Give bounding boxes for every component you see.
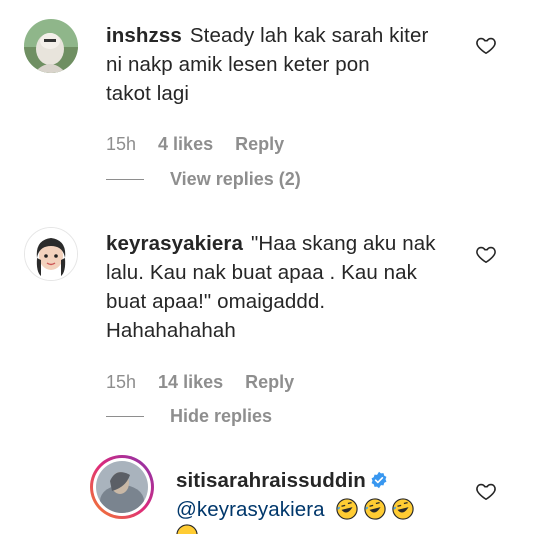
heart-icon[interactable] (475, 480, 497, 502)
comment-meta: 15h 4 likes Reply (106, 134, 306, 155)
comment-username[interactable]: keyrasyakiera (106, 232, 243, 255)
rolling-on-floor-laughing-emoji (176, 524, 198, 534)
avatar-image (96, 461, 148, 513)
avatar[interactable] (24, 227, 78, 281)
comment-username[interactable]: inshzss (106, 24, 182, 47)
rolling-on-floor-laughing-emoji (336, 498, 359, 520)
view-replies-button[interactable]: View replies (2) (106, 169, 301, 190)
reply-text: sitisarahraissuddin @keyrasyakiera (176, 466, 476, 534)
avatar-story-ring[interactable] (90, 455, 154, 519)
heart-icon[interactable] (475, 34, 497, 56)
verified-badge-icon (371, 471, 387, 489)
divider-line (106, 179, 144, 180)
reply-button[interactable]: Reply (245, 372, 294, 393)
comment-meta: 15h 14 likes Reply (106, 372, 316, 393)
comment-time: 15h (106, 372, 137, 392)
likes-count[interactable]: 14 likes (158, 372, 223, 393)
avatar[interactable] (24, 19, 78, 73)
mention-link[interactable]: @keyrasyakiera (176, 498, 325, 521)
comment-text: inshzss Steady lah kak sarah kiter ni nak… (106, 24, 429, 105)
reply-button[interactable]: Reply (235, 134, 284, 155)
comment-time: 15h (106, 134, 137, 154)
heart-icon[interactable] (475, 243, 497, 265)
comment-text: keyrasyakiera "Haa skang aku nak lalu. Ka… (106, 232, 436, 342)
reply-username[interactable]: sitisarahraissuddin (176, 469, 366, 492)
likes-count[interactable]: 4 likes (158, 134, 213, 155)
rolling-on-floor-laughing-emoji (364, 498, 387, 520)
hide-replies-button[interactable]: Hide replies (106, 406, 272, 427)
rolling-on-floor-laughing-emoji (392, 498, 415, 520)
divider-line (106, 416, 144, 417)
